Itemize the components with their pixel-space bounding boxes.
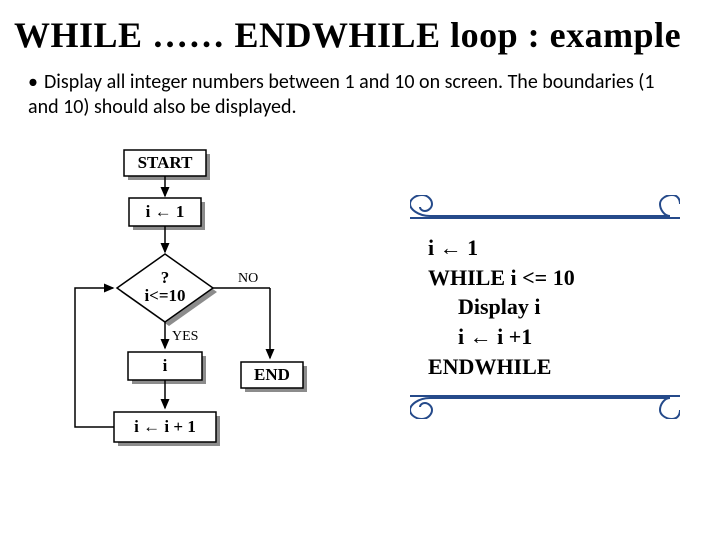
end-label: END	[254, 365, 290, 384]
slide-title: WHILE …… ENDWHILE loop : example	[14, 14, 681, 56]
yes-label: YES	[172, 329, 198, 344]
problem-statement: •Display all integer numbers between 1 a…	[28, 70, 688, 120]
svg-text:i<=10: i<=10	[144, 286, 185, 305]
start-label: START	[138, 153, 193, 172]
scroll-bottom-icon	[410, 397, 680, 419]
pseudocode-scroll: i ← 1 WHILE i <= 10 Display i i ← i +1 E…	[410, 195, 680, 419]
pseudo-line-4: i ← i +1	[428, 322, 662, 352]
init-label: i ← 1	[146, 202, 185, 221]
display-label: i	[163, 356, 168, 375]
increment-label: i ← i + 1	[134, 417, 196, 436]
scroll-top-icon	[410, 195, 680, 217]
pseudo-line-1: i ← 1	[428, 233, 662, 263]
pseudo-line-2: WHILE i <= 10	[428, 263, 662, 293]
loop-back-arrow	[75, 288, 114, 427]
slide: WHILE …… ENDWHILE loop : example •Displa…	[0, 0, 720, 540]
svg-text:?: ?	[161, 268, 170, 287]
pseudo-line-3: Display i	[428, 292, 662, 322]
decision-node: ? i<=10	[117, 254, 217, 326]
bullet-icon: •	[28, 70, 44, 95]
flowchart: START i ← 1 ? i<=10 NO END YES i i	[20, 140, 380, 510]
problem-text: Display all integer numbers between 1 an…	[28, 70, 655, 119]
no-label: NO	[238, 271, 258, 286]
pseudo-line-5: ENDWHILE	[428, 352, 662, 382]
